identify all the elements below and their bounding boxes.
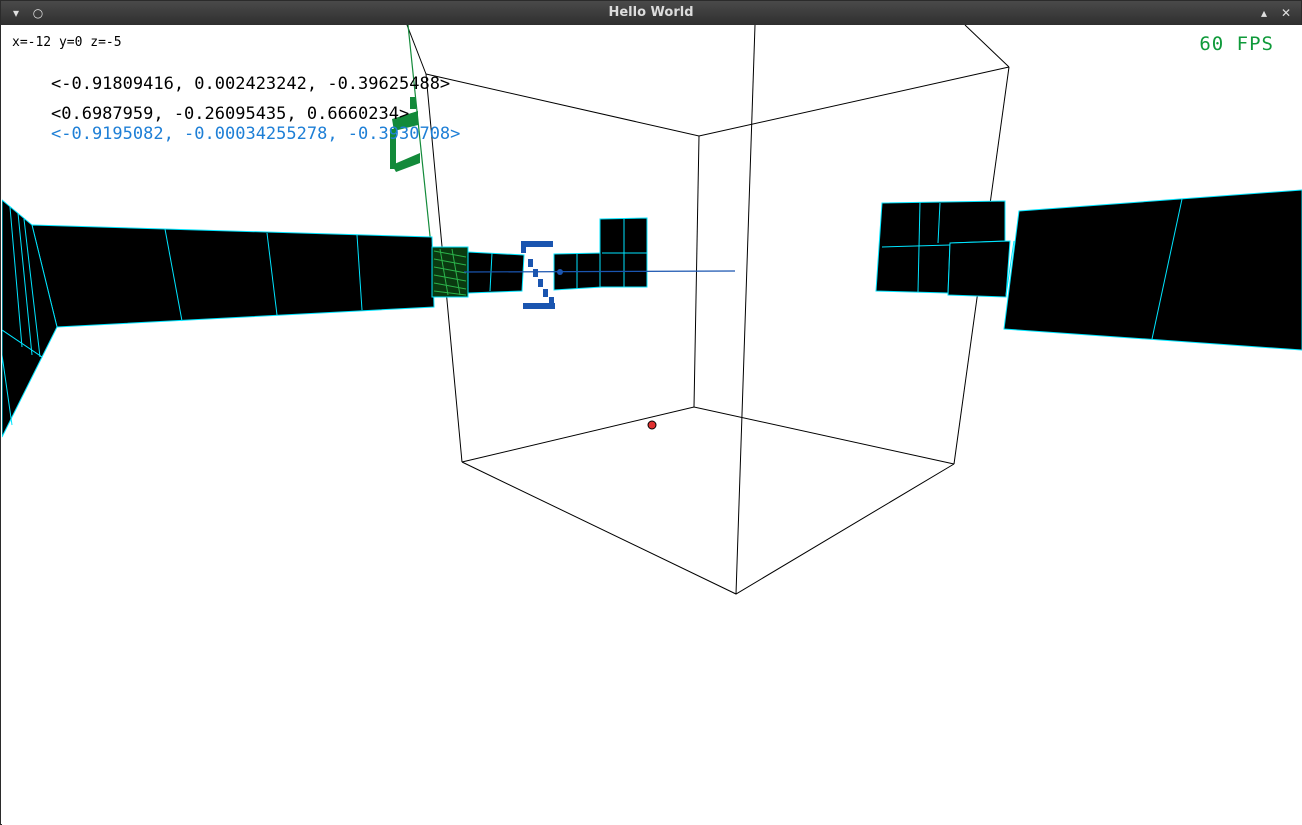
3d-viewport[interactable]: x=-12 y=0 z=-5 60 FPS <-0.91809416, 0.00… (2, 25, 1302, 825)
cube-edge (735, 25, 756, 595)
cube-edge (406, 25, 427, 75)
left-wall (2, 199, 435, 438)
scene-canvas (2, 25, 1302, 595)
cube-edge (425, 66, 1010, 137)
vector-readout-3: <-0.9195082, -0.00034255278, -0.3930708> (51, 124, 461, 144)
right-blocks (875, 189, 1302, 351)
camera-position: x=-12 y=0 z=-5 (12, 35, 122, 50)
vector-readout-1: <-0.91809416, 0.002423242, -0.39625488> (51, 74, 451, 94)
red-marker (647, 420, 657, 430)
vector-readout-2: <0.6987959, -0.26095435, 0.6660234> (51, 104, 410, 124)
green-textured-block (431, 246, 469, 298)
center-blocks (467, 217, 648, 294)
window-title: Hello World (608, 5, 694, 20)
close-icon[interactable]: ✕ (1275, 1, 1297, 25)
app-window: ▾ ○ Hello World ▴ ✕ x=-12 y=0 z=-5 60 FP… (0, 0, 1302, 825)
cube-edge (461, 461, 955, 595)
chevron-up-icon[interactable]: ▴ (1253, 1, 1275, 25)
title-bar[interactable]: ▾ ○ Hello World ▴ ✕ (1, 1, 1301, 25)
cube-edge (964, 25, 1010, 68)
cube-edge (461, 406, 955, 465)
fps-counter: 60 FPS (1199, 33, 1274, 55)
wireframe-cube (406, 25, 1010, 595)
